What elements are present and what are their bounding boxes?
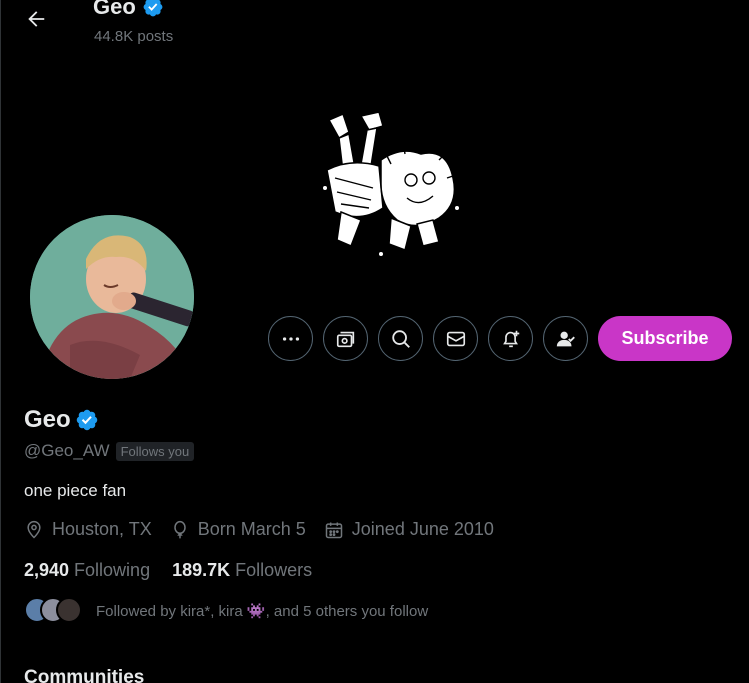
profile-page: Geo 44.8K posts Subscribe Geo @Geo_AW Fo…	[0, 0, 749, 683]
calendar-icon	[325, 522, 343, 538]
banner-illustration	[323, 111, 460, 256]
profile-meta: Houston, TX Born March 5 Joined June 201…	[24, 519, 494, 540]
follow-stats: 2,940 Following 189.7K Followers	[24, 560, 312, 581]
following-count: 2,940	[24, 560, 70, 580]
verified-badge-icon	[142, 0, 164, 18]
joined-item: Joined June 2010	[324, 519, 494, 540]
profile-bio: one piece fan	[24, 481, 127, 500]
followed-by-row[interactable]: Followed by kira*, kira 👾, and 5 others …	[24, 597, 428, 625]
joined-text: Joined June 2010	[351, 519, 494, 539]
birthday-text: Born March 5	[197, 519, 306, 539]
message-icon	[446, 331, 465, 346]
more-button[interactable]	[268, 316, 313, 361]
profile-display-name: Geo	[24, 406, 99, 434]
mini-avatar	[56, 597, 82, 623]
more-icon	[282, 336, 299, 341]
arrow-left-icon	[28, 11, 45, 27]
back-button[interactable]	[21, 4, 51, 34]
followed-by-avatars	[24, 597, 84, 625]
following-button[interactable]	[543, 316, 588, 361]
profile-handle: @Geo_AW	[24, 441, 110, 460]
search-button[interactable]	[378, 316, 423, 361]
subscriptions-icon	[336, 331, 354, 347]
header-name-text: Geo	[93, 0, 136, 19]
location-item: Houston, TX	[24, 519, 152, 540]
location-pin-icon	[27, 520, 41, 539]
search-icon	[391, 329, 410, 348]
profile-actions	[268, 316, 588, 361]
followed-by-text: Followed by kira*, kira 👾, and 5 others …	[96, 603, 429, 620]
verified-badge-icon[interactable]	[75, 408, 99, 432]
message-button[interactable]	[433, 316, 478, 361]
notify-icon	[502, 330, 519, 347]
following-link[interactable]: 2,940 Following	[24, 560, 150, 581]
birthday-item: Born March 5	[170, 519, 306, 540]
avatar[interactable]	[27, 212, 197, 382]
followers-label: Followers	[235, 560, 313, 580]
subscriptions-button[interactable]	[323, 316, 368, 361]
balloon-icon	[173, 520, 186, 538]
following-icon	[556, 331, 575, 346]
follows-you-badge: Follows you	[115, 441, 195, 461]
header-name: Geo	[93, 0, 164, 20]
location-text: Houston, TX	[52, 519, 152, 539]
followers-link[interactable]: 189.7K Followers	[172, 560, 312, 581]
subscribe-button[interactable]: Subscribe	[598, 316, 732, 361]
header-posts-count: 44.8K posts	[94, 28, 174, 45]
top-header: Geo 44.8K posts	[1, 0, 749, 52]
followers-count: 189.7K	[172, 560, 231, 580]
notify-button[interactable]	[488, 316, 533, 361]
communities-heading: Communities	[24, 667, 145, 683]
avatar-image	[30, 215, 194, 379]
following-label: Following	[74, 560, 151, 580]
display-name-text: Geo	[24, 406, 71, 433]
handle-row: @Geo_AW Follows you	[24, 441, 195, 461]
